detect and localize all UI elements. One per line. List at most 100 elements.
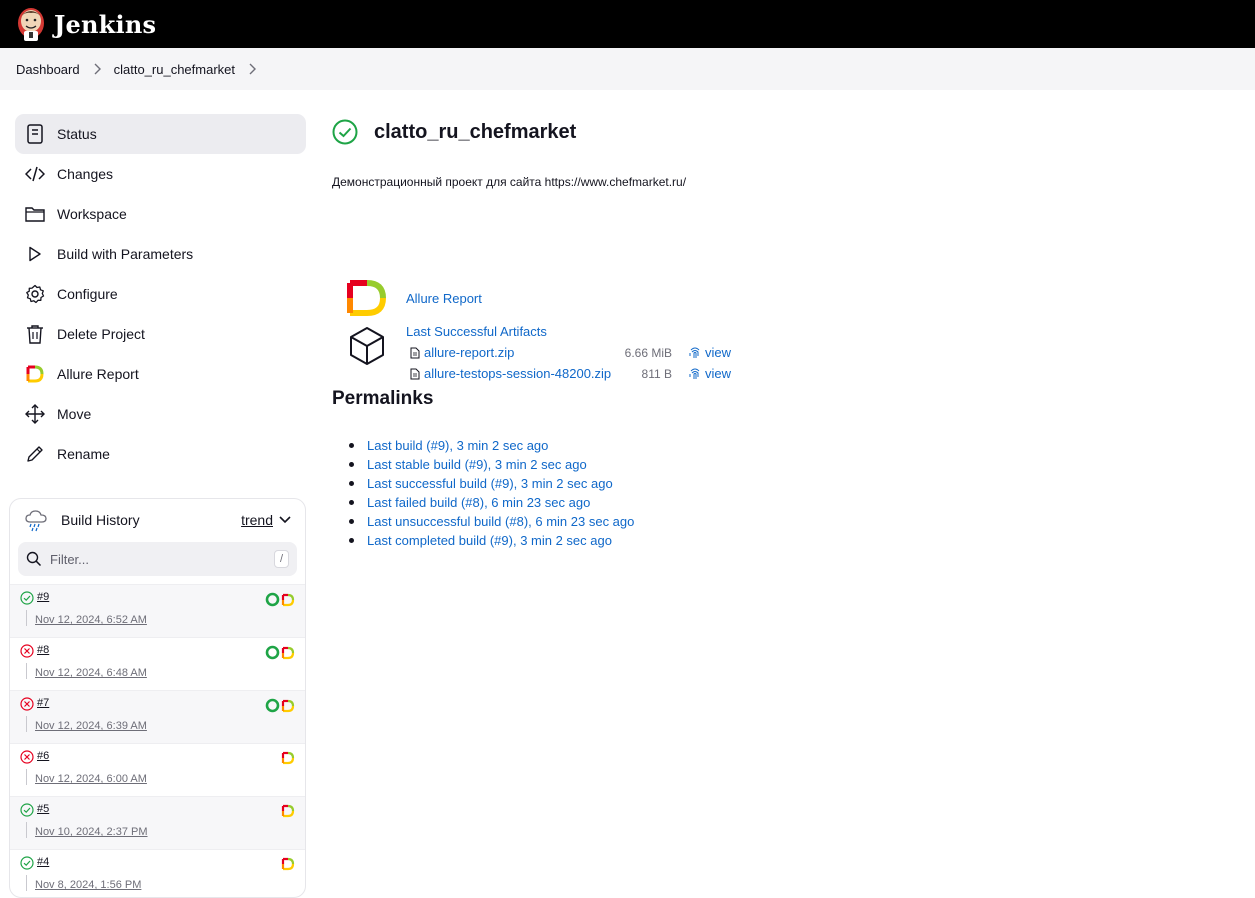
- sidebar-item-label: Status: [57, 126, 97, 142]
- build-date-link[interactable]: Nov 10, 2024, 2:37 PM: [35, 826, 148, 838]
- build-badges: [281, 857, 295, 871]
- artifact-size: 811 B: [641, 366, 672, 381]
- permalinks-list: Last build (#9), 3 min 2 sec ago Last st…: [349, 436, 634, 550]
- list-item: Last failed build (#8), 6 min 23 sec ago: [349, 493, 634, 512]
- allure-report-icon[interactable]: [281, 699, 295, 713]
- list-item: Last stable build (#9), 3 min 2 sec ago: [349, 455, 634, 474]
- build-number-link[interactable]: #4: [37, 856, 49, 868]
- allure-logo-icon: [347, 280, 386, 316]
- build-number-link[interactable]: #9: [37, 591, 49, 603]
- package-icon: [350, 327, 384, 365]
- build-number-link[interactable]: #6: [37, 750, 49, 762]
- sidebar-item-build-with-parameters[interactable]: Build with Parameters: [15, 234, 306, 274]
- allure-report-icon[interactable]: [281, 857, 295, 871]
- failed-status-icon: [20, 750, 34, 764]
- failed-status-icon: [20, 697, 34, 711]
- timeline-line: [26, 875, 27, 891]
- sidebar-item-changes[interactable]: Changes: [15, 154, 306, 194]
- artifact-file-link[interactable]: allure-report.zip: [424, 345, 514, 360]
- artifact-view-link[interactable]: view: [689, 366, 731, 381]
- last-successful-artifacts-link[interactable]: Last Successful Artifacts: [406, 324, 547, 339]
- sidebar-item-label: Changes: [57, 166, 114, 182]
- file-icon: [410, 368, 420, 379]
- sidebar-item-rename[interactable]: Rename: [15, 434, 306, 474]
- build-badges: [265, 645, 295, 660]
- allure-testops-icon[interactable]: [265, 698, 280, 713]
- filter-input[interactable]: [50, 551, 274, 567]
- permalink-last-successful-build[interactable]: Last successful build (#9), 3 min 2 sec …: [367, 476, 613, 491]
- sidebar-item-label: Move: [57, 406, 92, 422]
- play-icon: [25, 244, 45, 264]
- timeline-line: [26, 769, 27, 785]
- build-badges: [265, 592, 295, 607]
- trend-link[interactable]: trend: [241, 512, 291, 528]
- timeline-line: [26, 822, 27, 838]
- title-row: clatto_ru_chefmarket: [332, 114, 1232, 150]
- allure-report-icon[interactable]: [281, 751, 295, 765]
- permalinks-heading: Permalinks: [332, 388, 434, 409]
- sidebar: Status Changes Workspace Build with Para…: [15, 114, 306, 474]
- timeline-line: [26, 716, 27, 732]
- trend-label: trend: [241, 512, 273, 528]
- build-number-link[interactable]: #7: [37, 697, 49, 709]
- sidebar-item-configure[interactable]: Configure: [15, 274, 306, 314]
- breadcrumb-dashboard[interactable]: Dashboard: [16, 62, 80, 77]
- bullet: [349, 538, 354, 543]
- build-list: #9 Nov 12, 2024, 6:52 AM #8 Nov 12, 2024, 6…: [10, 584, 305, 897]
- build-date-link[interactable]: Nov 12, 2024, 6:00 AM: [35, 773, 147, 785]
- app-name: Jenkins: [54, 9, 157, 39]
- build-date-link[interactable]: Nov 8, 2024, 1:56 PM: [35, 879, 141, 891]
- permalink-last-failed-build[interactable]: Last failed build (#8), 6 min 23 sec ago: [367, 495, 590, 510]
- jenkins-home-link[interactable]: Jenkins: [16, 6, 156, 42]
- allure-testops-icon[interactable]: [265, 645, 280, 660]
- page-title: clatto_ru_chefmarket: [374, 120, 577, 143]
- list-item: Last successful build (#9), 3 min 2 sec …: [349, 474, 634, 493]
- allure-report-icon[interactable]: [281, 646, 295, 660]
- sidebar-item-workspace[interactable]: Workspace: [15, 194, 306, 234]
- breadcrumb-project[interactable]: clatto_ru_chefmarket: [114, 62, 235, 77]
- build-row: #6 Nov 12, 2024, 6:00 AM: [10, 743, 305, 796]
- filter-shortcut-key: /: [273, 550, 289, 568]
- code-icon: [25, 164, 45, 184]
- build-row: #7 Nov 12, 2024, 6:39 AM: [10, 690, 305, 743]
- pencil-icon: [25, 444, 45, 464]
- timeline-line: [26, 663, 27, 679]
- sidebar-item-allure-report[interactable]: Allure Report: [15, 354, 306, 394]
- build-history-header: Build History trend: [10, 501, 305, 539]
- chevron-right-icon[interactable]: [248, 63, 257, 75]
- permalink-last-build[interactable]: Last build (#9), 3 min 2 sec ago: [367, 438, 548, 453]
- fingerprint-icon: [689, 347, 700, 358]
- allure-report-link[interactable]: Allure Report: [406, 291, 482, 306]
- permalink-last-unsuccessful-build[interactable]: Last unsuccessful build (#8), 6 min 23 s…: [367, 514, 634, 529]
- top-bar: Jenkins: [0, 0, 1255, 48]
- chevron-right-icon[interactable]: [93, 63, 101, 75]
- bullet: [349, 519, 354, 524]
- sidebar-item-status[interactable]: Status: [15, 114, 306, 154]
- weather-rain-icon: [25, 510, 47, 532]
- file-icon: [410, 347, 420, 358]
- sidebar-item-delete-project[interactable]: Delete Project: [15, 314, 306, 354]
- folder-icon: [25, 204, 45, 224]
- status-icon: [25, 124, 45, 144]
- trash-icon: [25, 324, 45, 344]
- build-date-link[interactable]: Nov 12, 2024, 6:39 AM: [35, 720, 147, 732]
- permalink-last-completed-build[interactable]: Last completed build (#9), 3 min 2 sec a…: [367, 533, 612, 548]
- build-badges: [281, 804, 295, 818]
- artifact-file-link[interactable]: allure-testops-session-48200.zip: [424, 366, 611, 381]
- sidebar-item-move[interactable]: Move: [15, 394, 306, 434]
- permalink-last-stable-build[interactable]: Last stable build (#9), 3 min 2 sec ago: [367, 457, 587, 472]
- allure-testops-icon[interactable]: [265, 592, 280, 607]
- build-badges: [281, 751, 295, 765]
- view-label: view: [705, 345, 732, 360]
- success-status-icon: [20, 591, 34, 605]
- sidebar-item-label: Workspace: [57, 206, 127, 222]
- build-number-link[interactable]: #5: [37, 803, 49, 815]
- failed-status-icon: [20, 644, 34, 658]
- artifact-view-link[interactable]: view: [689, 345, 731, 360]
- allure-report-icon[interactable]: [281, 593, 295, 607]
- build-number-link[interactable]: #8: [37, 644, 49, 656]
- artifact-row: allure-report.zip 6.66 MiB view: [410, 345, 740, 360]
- build-date-link[interactable]: Nov 12, 2024, 6:52 AM: [35, 614, 147, 626]
- build-date-link[interactable]: Nov 12, 2024, 6:48 AM: [35, 667, 147, 679]
- allure-report-icon[interactable]: [281, 804, 295, 818]
